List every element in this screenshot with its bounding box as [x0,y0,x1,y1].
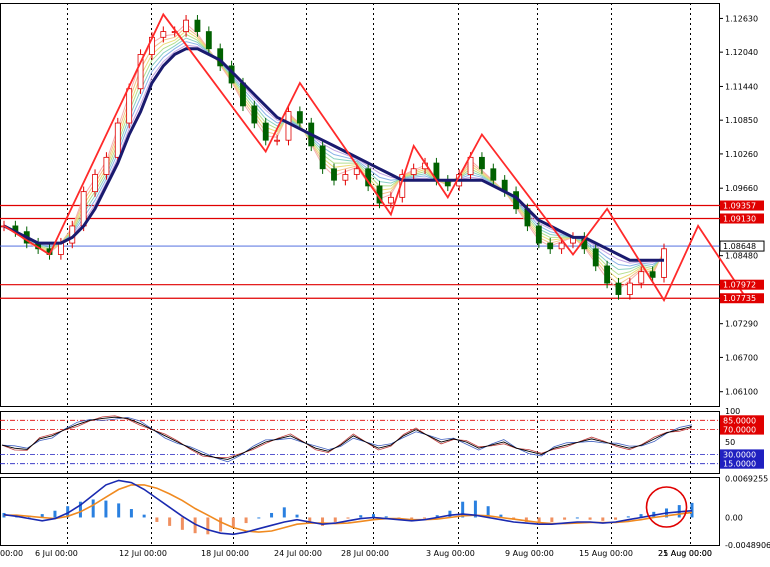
macd-hist-bar [257,517,261,519]
bid-tag-label: 1.08648 [723,242,756,251]
candle-body [183,19,189,32]
macd-hist-bar [359,515,363,518]
candle-body [342,174,349,181]
candle-body [649,271,656,278]
chart-root: 1.12630 1.12040 1.11440 1.10850 1.10260 1.096… [0,0,770,563]
time-tick-label: 25 Aug 00:00 [658,549,712,558]
time-tick-label: 24 Jul 00:00 [274,549,322,558]
time-tick-label: 15 Aug 00:00 [579,549,633,558]
price-tick-label: 1.06700 [725,353,758,362]
candle-body [296,111,303,124]
macd-hist-bar [142,514,146,518]
price-tick-label: 1.12040 [725,48,758,57]
price-tick-label: 1.11440 [725,82,758,91]
level-tag-label: 1.09130 [723,215,756,224]
candle-body [114,122,121,158]
price-tick-label: 1.06100 [725,388,758,397]
macd-hist-bar [282,507,286,518]
macd-hist-bar [601,517,605,521]
candle-body [319,145,326,170]
candle-body [535,225,542,244]
candle-body [103,156,110,175]
time-tick-label: 6 Jul 00:00 [35,549,78,558]
macd-hist-bar [180,517,184,530]
rsi-tick-label: 15.0000 [723,460,756,469]
rsi-tick-label: 85.0000 [723,416,756,425]
macd-hist-bar [231,517,235,528]
candle-body [479,156,485,170]
rsi-tick-label: 50 [725,438,735,447]
macd-hist-bar [168,517,172,526]
macd-hist-bar [346,517,350,519]
macd-tick-label: 0.0069255 [725,475,768,484]
macd-hist-bar [270,512,274,518]
candle-body [661,248,667,278]
macd-hist-bar [219,517,223,532]
macd-hist-bar [448,510,452,518]
price-tick-label: 1.07290 [725,320,758,329]
candle-body [547,242,554,250]
macd-hist-bar [422,517,426,519]
time-tick-label: 18 Jul 00:00 [201,549,249,558]
candle-body [615,282,622,295]
candle-body [285,111,292,141]
macd-hist-bar [384,516,388,518]
time-tick-label: 9 Aug 00:00 [505,549,554,558]
candle-body [592,248,599,267]
rsi-tick-label: 100 [725,407,740,416]
macd-hist-bar [155,517,159,522]
candle-body [353,168,360,175]
macd-hist-bar [626,516,630,518]
time-tick-label: 00:00 [0,549,23,558]
candle-body [558,242,565,250]
level-tag-label: 1.07735 [723,294,756,303]
macd-hist-bar [575,517,579,519]
time-tick-label: 28 Jul 00:00 [341,549,389,558]
macd-hist-bar [295,514,299,518]
macd-tick-label: 0.00 [725,513,743,522]
candle-body [331,168,337,181]
candle-body [57,242,64,255]
macd-hist-bar [91,499,95,518]
time-tick-label: 3 Aug 00:00 [426,549,475,558]
rsi-tick-label: 70.0000 [723,426,756,435]
candle-body [638,271,645,284]
macd-hist-bar [614,517,618,520]
price-tick-label: 1.10260 [725,150,758,159]
candle-body [160,31,167,38]
time-tick-label: 12 Jul 00:00 [119,549,167,558]
price-tick-label: 1.12630 [725,14,758,23]
candle-body [194,19,201,32]
macd-hist-bar [53,510,57,518]
candle-body [387,196,394,204]
candle-body [205,31,212,50]
level-tag-label: 1.09357 [723,202,756,211]
macd-hist-bar [333,517,337,522]
price-tick-label: 1.08480 [725,252,758,261]
macd-tick-label: -0.0048906 [725,541,770,550]
macd-hist-bar [550,517,554,522]
candle-body [92,174,98,193]
macd-hist-bar [244,517,248,524]
candle-body [604,265,611,284]
candle-body [626,282,633,295]
macd-hist-bar [588,517,592,520]
macd-hist-bar [206,517,210,535]
macd-hist-bar [129,509,133,518]
candle-body [251,105,258,124]
forex-chart: 1.12630 1.12040 1.11440 1.10850 1.10260 1.096… [0,3,770,558]
level-tag-label: 1.07972 [723,281,756,290]
candle-body [410,168,417,175]
macd-hist-bar [563,517,567,520]
price-tick-label: 1.10850 [725,116,758,125]
macd-hist-bar [117,503,121,518]
candle-body [274,139,281,142]
candle-body [126,88,133,124]
candle-body [262,122,269,141]
candle-body [490,168,497,181]
macd-hist-bar [104,500,108,518]
price-tick-label: 1.09660 [725,184,758,193]
rsi-tick-label: 30.0000 [723,450,756,459]
